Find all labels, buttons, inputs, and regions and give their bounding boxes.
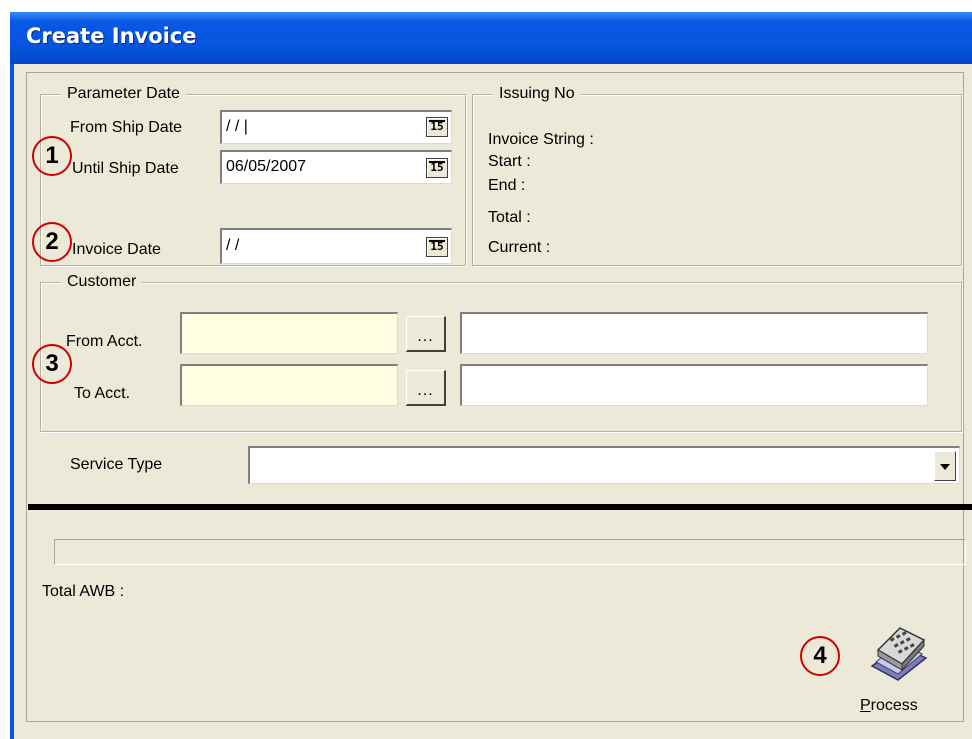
until-ship-date-calendar-icon[interactable]: 15 — [426, 158, 448, 178]
to-acct-label: To Acct. — [74, 385, 131, 402]
from-acct-field[interactable] — [180, 312, 398, 354]
current-label: Current : — [488, 239, 551, 256]
to-acct-name-field[interactable] — [460, 364, 928, 406]
from-acct-name-field[interactable] — [460, 312, 928, 354]
callout-2: 2 — [32, 222, 72, 262]
invoice-date-field[interactable]: / / — [220, 228, 452, 264]
until-ship-date-label: Until Ship Date — [72, 160, 179, 177]
to-acct-field[interactable] — [180, 364, 398, 406]
from-ship-date-label: From Ship Date — [70, 119, 183, 136]
callout-4: 4 — [800, 636, 840, 676]
to-acct-browse-button[interactable]: ... — [406, 370, 446, 406]
parameter-date-legend: Parameter Date — [61, 84, 186, 104]
process-button-label: Process — [860, 697, 918, 714]
window-title: Create Invoice — [26, 24, 197, 48]
progress-bar — [54, 539, 966, 565]
total-awb-label: Total AWB : — [42, 583, 125, 600]
printer-icon — [870, 627, 928, 681]
customer-legend: Customer — [61, 272, 143, 292]
start-label: Start : — [488, 153, 531, 170]
callout-3: 3 — [32, 344, 72, 384]
service-type-select[interactable] — [248, 446, 960, 484]
customer-group: Customer — [40, 272, 962, 432]
total-label: Total : — [488, 209, 531, 226]
from-acct-label: From Acct. — [66, 333, 143, 350]
process-button[interactable]: Process — [852, 618, 942, 718]
from-ship-date-calendar-icon[interactable]: 15 — [426, 117, 448, 137]
create-invoice-window: Create Invoice Parameter Date From Ship … — [10, 12, 972, 739]
title-bar[interactable]: Create Invoice — [10, 12, 972, 64]
callout-1: 1 — [32, 136, 72, 176]
until-ship-date-field[interactable]: 06/05/2007 — [220, 150, 452, 184]
chevron-down-icon[interactable] — [934, 451, 956, 481]
end-label: End : — [488, 177, 526, 194]
invoice-date-label: Invoice Date — [72, 241, 161, 258]
invoice-date-calendar-icon[interactable]: 15 — [426, 237, 448, 257]
from-ship-date-field[interactable]: / / | — [220, 110, 452, 144]
service-type-label: Service Type — [70, 456, 163, 473]
invoice-string-label: Invoice String : — [488, 131, 594, 148]
from-acct-browse-button[interactable]: ... — [406, 316, 446, 352]
issuing-no-legend: Issuing No — [493, 84, 581, 104]
